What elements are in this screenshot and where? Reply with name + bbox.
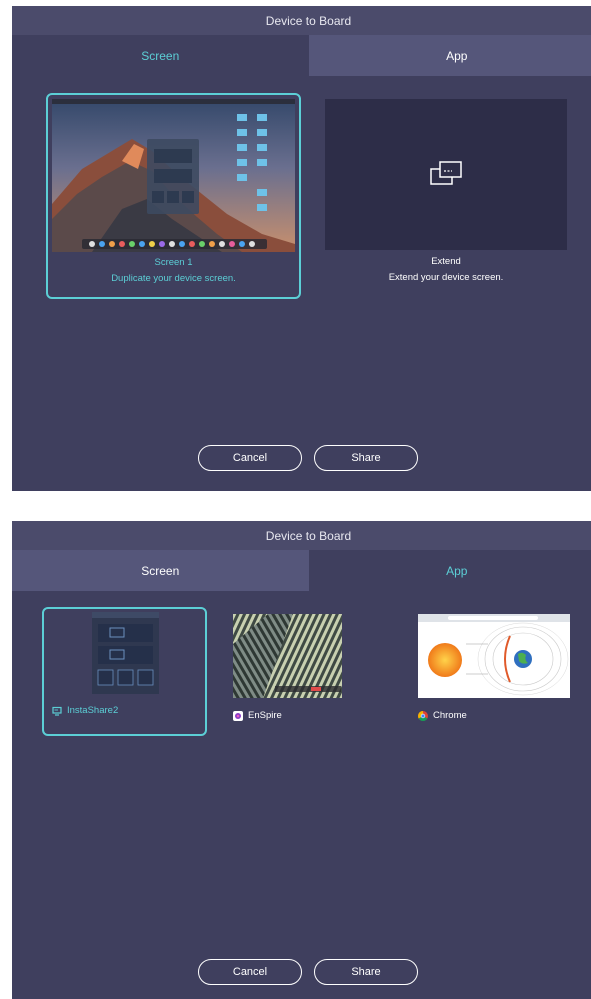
enspire-icon	[233, 710, 243, 721]
instashare-icon	[52, 706, 62, 716]
share-button[interactable]: Share	[314, 445, 418, 471]
tab-bar: Screen App	[12, 35, 591, 76]
enspire-thumbnail	[233, 614, 342, 698]
screen-1-description: Duplicate your device screen.	[111, 273, 236, 284]
screen-1-thumbnail	[52, 99, 295, 252]
enspire-label-row: EnSpire	[233, 710, 282, 721]
instashare2-label-row: InstaShare2	[52, 705, 118, 716]
chrome-label-row: Chrome	[418, 710, 467, 721]
tab-app[interactable]: App	[308, 550, 591, 591]
tab-bar: Screen App	[12, 550, 591, 591]
chrome-name: Chrome	[433, 710, 467, 721]
app-option-enspire[interactable]: EnSpire	[233, 614, 393, 734]
cancel-button[interactable]: Cancel	[198, 959, 302, 985]
cancel-button[interactable]: Cancel	[198, 445, 302, 471]
share-button[interactable]: Share	[314, 959, 418, 985]
device-to-board-dialog-app: Device to Board Screen App InstaShare2 E…	[12, 521, 591, 999]
chrome-thumbnail	[418, 614, 570, 698]
screen-1-option[interactable]: Screen 1 Duplicate your device screen.	[46, 93, 301, 299]
dialog-title: Device to Board	[12, 6, 591, 35]
extend-description: Extend your device screen.	[388, 272, 504, 283]
dialog-title: Device to Board	[12, 521, 591, 550]
extend-option[interactable]: Extend Extend your device screen.	[325, 99, 567, 293]
app-option-instashare2[interactable]: InstaShare2	[42, 607, 207, 736]
enspire-name: EnSpire	[248, 710, 282, 721]
extend-thumbnail	[325, 99, 567, 250]
instashare2-name: InstaShare2	[67, 705, 119, 716]
device-to-board-dialog-screen: Device to Board Screen App Screen 1 Dupl…	[12, 6, 591, 491]
instashare2-thumbnail	[92, 612, 159, 694]
extend-display-icon	[430, 161, 462, 185]
tab-screen[interactable]: Screen	[12, 35, 309, 76]
app-option-chrome[interactable]: Chrome	[418, 614, 578, 734]
tab-app[interactable]: App	[308, 35, 591, 76]
extend-label: Extend	[431, 256, 461, 267]
mountain-wallpaper	[52, 99, 295, 252]
screen-1-label: Screen 1	[154, 257, 193, 268]
tab-screen[interactable]: Screen	[12, 550, 309, 591]
chrome-icon	[418, 710, 428, 721]
